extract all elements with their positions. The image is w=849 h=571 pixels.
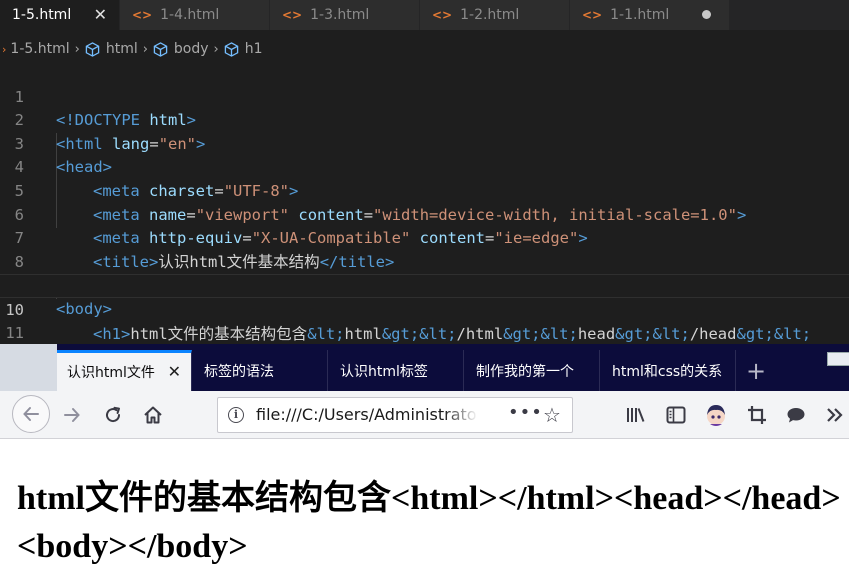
page-heading: html文件的基本结构包含<html></html><head></head><…	[17, 480, 841, 565]
back-arrow-icon	[23, 407, 39, 421]
forward-button[interactable]	[60, 403, 84, 427]
code-line[interactable]: 11 </body>	[0, 298, 849, 342]
code-line[interactable]: 7 <title>认识html文件基本结构</title>	[0, 204, 849, 271]
tab-label: 1-5.html	[12, 7, 72, 23]
forward-arrow-icon	[64, 408, 80, 422]
editor-tab-1-2[interactable]: <> 1-2.html	[420, 0, 570, 30]
sidebar-icon	[666, 406, 686, 424]
breadcrumb-label: body	[173, 41, 209, 57]
code-line[interactable]: 8 </head>	[0, 227, 849, 295]
home-button[interactable]	[140, 402, 166, 428]
close-icon[interactable]: ✕	[168, 362, 181, 381]
breadcrumb-label: h1	[244, 41, 263, 57]
browser-tab[interactable]: 标签的语法	[192, 350, 328, 391]
tab-label: html和css的关系	[612, 363, 723, 380]
avatar-icon	[707, 405, 725, 426]
html-file-icon: <>	[282, 8, 303, 22]
address-bar[interactable]: i file:///C:/Users/Administrator ••• ☆	[217, 397, 573, 433]
cube-icon	[85, 41, 100, 57]
chat-bubble-icon	[787, 408, 805, 423]
window-minimize-button[interactable]	[827, 352, 849, 366]
account-avatar[interactable]	[702, 401, 730, 429]
library-icon	[627, 408, 645, 422]
info-icon[interactable]: i	[228, 407, 244, 423]
tab-label: 标签的语法	[204, 363, 274, 380]
browser-tab-strip: 认识html文件 ✕ 标签的语法 认识html标签 制作我的第一个 html和c…	[0, 344, 849, 391]
unsaved-dot-icon[interactable]	[702, 10, 711, 19]
tab-label: 制作我的第一个	[476, 363, 574, 380]
browser-tab[interactable]: html和css的关系	[600, 350, 736, 391]
home-icon	[144, 406, 162, 424]
tab-label: 认识html文件	[67, 365, 155, 381]
html-file-icon: <>	[582, 8, 603, 22]
browser-tab-active[interactable]: 认识html文件 ✕	[57, 350, 192, 391]
tab-label: 1-4.html	[160, 7, 220, 23]
more-dots-icon[interactable]: •••	[508, 402, 543, 423]
tab-strip-spacer	[0, 344, 57, 391]
tab-label: 认识html标签	[340, 363, 428, 380]
new-tab-button[interactable]: +	[736, 350, 776, 391]
editor-tab-1-1[interactable]: <> 1-1.html	[570, 0, 730, 30]
browser-window: 认识html文件 ✕ 标签的语法 认识html标签 制作我的第一个 html和c…	[0, 344, 849, 571]
html-file-icon: ›	[2, 42, 7, 56]
reload-button[interactable]	[101, 403, 125, 427]
breadcrumb-file[interactable]: 1-5.html	[10, 41, 69, 57]
url-fade	[444, 400, 478, 430]
tab-label: 1-2.html	[460, 7, 520, 23]
code-line-current[interactable]: 10 <h1>html文件的基本结构包含&lt;html&gt;&lt;/htm…	[0, 274, 849, 343]
sidebar-button[interactable]	[664, 403, 688, 427]
tab-label: 1-1.html	[610, 7, 670, 23]
breadcrumb-h1[interactable]: h1	[224, 41, 263, 57]
code-line[interactable]: 4 <meta charset="UTF-8">	[0, 133, 849, 200]
code-line[interactable]: 9 <body>	[0, 251, 849, 318]
chevron-right-icon: ›	[213, 41, 219, 57]
code-line[interactable]: 12 </html>	[0, 322, 849, 344]
star-icon[interactable]: ☆	[543, 404, 561, 426]
chevron-right-icon: ›	[74, 41, 80, 57]
editor-tab-1-5[interactable]: 1-5.html ✕	[0, 0, 120, 30]
tab-label: 1-3.html	[310, 7, 370, 23]
code-line[interactable]: 2 <html lang="en">	[0, 86, 849, 153]
editor-tab-1-4[interactable]: <> 1-4.html	[120, 0, 270, 30]
library-button[interactable]	[624, 403, 648, 427]
chevron-right-icon: ›	[142, 41, 148, 57]
cube-icon	[224, 41, 238, 57]
url-text[interactable]: file:///C:/Users/Administrator	[256, 405, 476, 424]
plus-icon: +	[745, 356, 767, 385]
code-line[interactable]: 6 <meta http-equiv="X-UA-Compatible" con…	[0, 180, 849, 248]
code-line[interactable]: 5 <meta name="viewport" content="width=d…	[0, 156, 849, 224]
navigation-toolbar: i file:///C:/Users/Administrator ••• ☆	[0, 391, 849, 439]
breadcrumb-body[interactable]: body	[153, 41, 209, 57]
overflow-chevrons-icon	[827, 408, 843, 422]
editor-tab-1-3[interactable]: <> 1-3.html	[270, 0, 420, 30]
reload-icon	[106, 406, 121, 423]
code-editor: 1-5.html ✕ <> 1-4.html <> 1-3.html <> 1-…	[0, 0, 849, 344]
browser-tab[interactable]: 认识html标签	[328, 350, 464, 391]
overflow-menu-button[interactable]	[823, 403, 847, 427]
breadcrumb-html[interactable]: html	[85, 41, 138, 57]
crop-icon	[748, 406, 766, 424]
close-icon[interactable]: ✕	[94, 5, 107, 24]
breadcrumb-label: html	[105, 41, 138, 57]
breadcrumb: › 1-5.html › html › body › h1	[0, 38, 849, 60]
browser-tab[interactable]: 制作我的第一个	[464, 350, 600, 391]
chat-button[interactable]	[784, 403, 808, 427]
code-line[interactable]: 3 <head>	[0, 109, 849, 177]
code-line[interactable]: 1 <!DOCTYPE html>	[0, 62, 849, 130]
back-button[interactable]	[12, 395, 50, 433]
page-content: html文件的基本结构包含<html></html><head></head><…	[0, 439, 849, 571]
cube-icon	[153, 41, 168, 57]
editor-tab-bar: 1-5.html ✕ <> 1-4.html <> 1-3.html <> 1-…	[0, 0, 849, 30]
screenshot-button[interactable]	[745, 403, 769, 427]
html-file-icon: <>	[432, 8, 453, 22]
html-file-icon: <>	[132, 8, 153, 22]
